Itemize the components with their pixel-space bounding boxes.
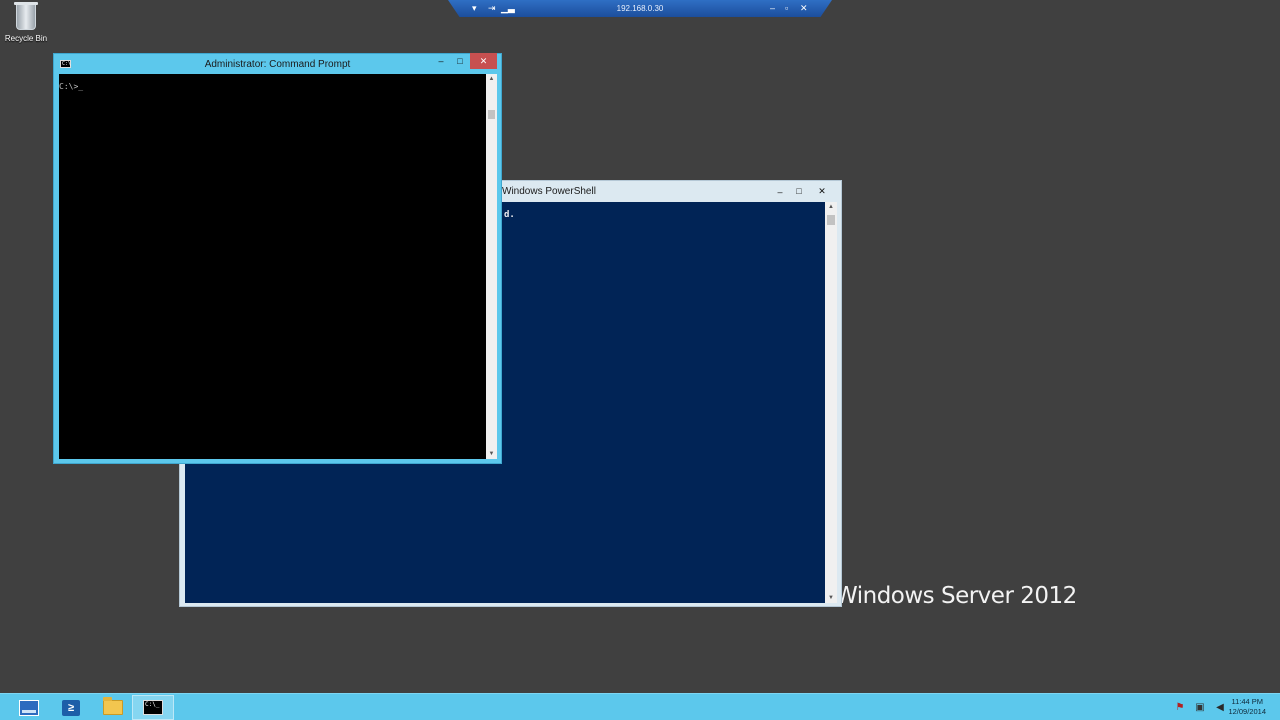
powershell-icon: ≥ (62, 699, 80, 716)
remote-connection-bar: ▾ ⇥ ▁▃ 192.168.0.30 – ▫ ✕ (448, 0, 832, 17)
cmd-console[interactable]: C:\>_ (59, 74, 486, 459)
close-button[interactable]: ✕ (812, 184, 832, 198)
close-icon[interactable]: ✕ (800, 2, 808, 14)
scroll-thumb[interactable] (827, 215, 835, 225)
close-button[interactable]: ✕ (470, 53, 497, 69)
os-watermark: Windows Server 2012 (835, 583, 1077, 609)
scroll-down-icon[interactable]: ▼ (825, 595, 837, 601)
folder-icon (103, 697, 123, 715)
desktop-icon-label: Recycle Bin (4, 34, 48, 43)
minimize-button[interactable]: – (432, 54, 450, 68)
taskbar-command-prompt[interactable]: C:\_ (132, 695, 174, 720)
vertical-scrollbar[interactable]: ▲ ▼ (486, 74, 497, 459)
clock-time: 11:44 PM (1231, 697, 1263, 706)
cmd-titlebar[interactable]: C:\ Administrator: Command Prompt – □ ✕ (54, 53, 501, 74)
maximize-button[interactable]: □ (790, 184, 808, 198)
network-icon[interactable]: ▣ (1193, 701, 1207, 715)
taskbar-powershell[interactable]: ≥ (50, 695, 92, 720)
maximize-button[interactable]: □ (451, 54, 469, 68)
taskbar-clock[interactable]: 11:44 PM 12/09/2014 (1228, 697, 1266, 717)
cmd-prompt-line: C:\>_ (59, 82, 84, 91)
volume-icon[interactable]: ◀ (1213, 701, 1227, 715)
restore-icon[interactable]: ▫ (785, 2, 788, 14)
minimize-icon[interactable]: – (770, 2, 775, 14)
taskbar: ≥ C:\_ ⚑ ▣ ◀ 11:44 PM 12/09/2014 (0, 693, 1280, 720)
powershell-title: Windows PowerShell (502, 186, 596, 197)
scroll-thumb[interactable] (488, 110, 495, 119)
recycle-bin-icon (14, 2, 38, 30)
system-tray: ⚑ ▣ ◀ (1170, 694, 1230, 720)
taskbar-server-manager[interactable] (8, 695, 50, 720)
cmd-window[interactable]: C:\ Administrator: Command Prompt – □ ✕ … (53, 53, 502, 464)
server-manager-icon (19, 699, 39, 716)
scroll-up-icon[interactable]: ▲ (486, 76, 497, 82)
minimize-button[interactable]: – (771, 185, 789, 199)
vertical-scrollbar[interactable]: ▲ ▼ (825, 202, 837, 603)
cmd-icon: C:\_ (143, 700, 163, 715)
console-output-line: d. (504, 210, 515, 220)
taskbar-file-explorer[interactable] (92, 695, 134, 720)
action-center-flag-icon[interactable]: ⚑ (1173, 701, 1187, 715)
clock-date: 12/09/2014 (1228, 707, 1266, 716)
desktop-icon-recycle-bin[interactable]: Recycle Bin (2, 2, 50, 43)
scroll-down-icon[interactable]: ▼ (486, 451, 497, 457)
scroll-up-icon[interactable]: ▲ (825, 204, 837, 210)
